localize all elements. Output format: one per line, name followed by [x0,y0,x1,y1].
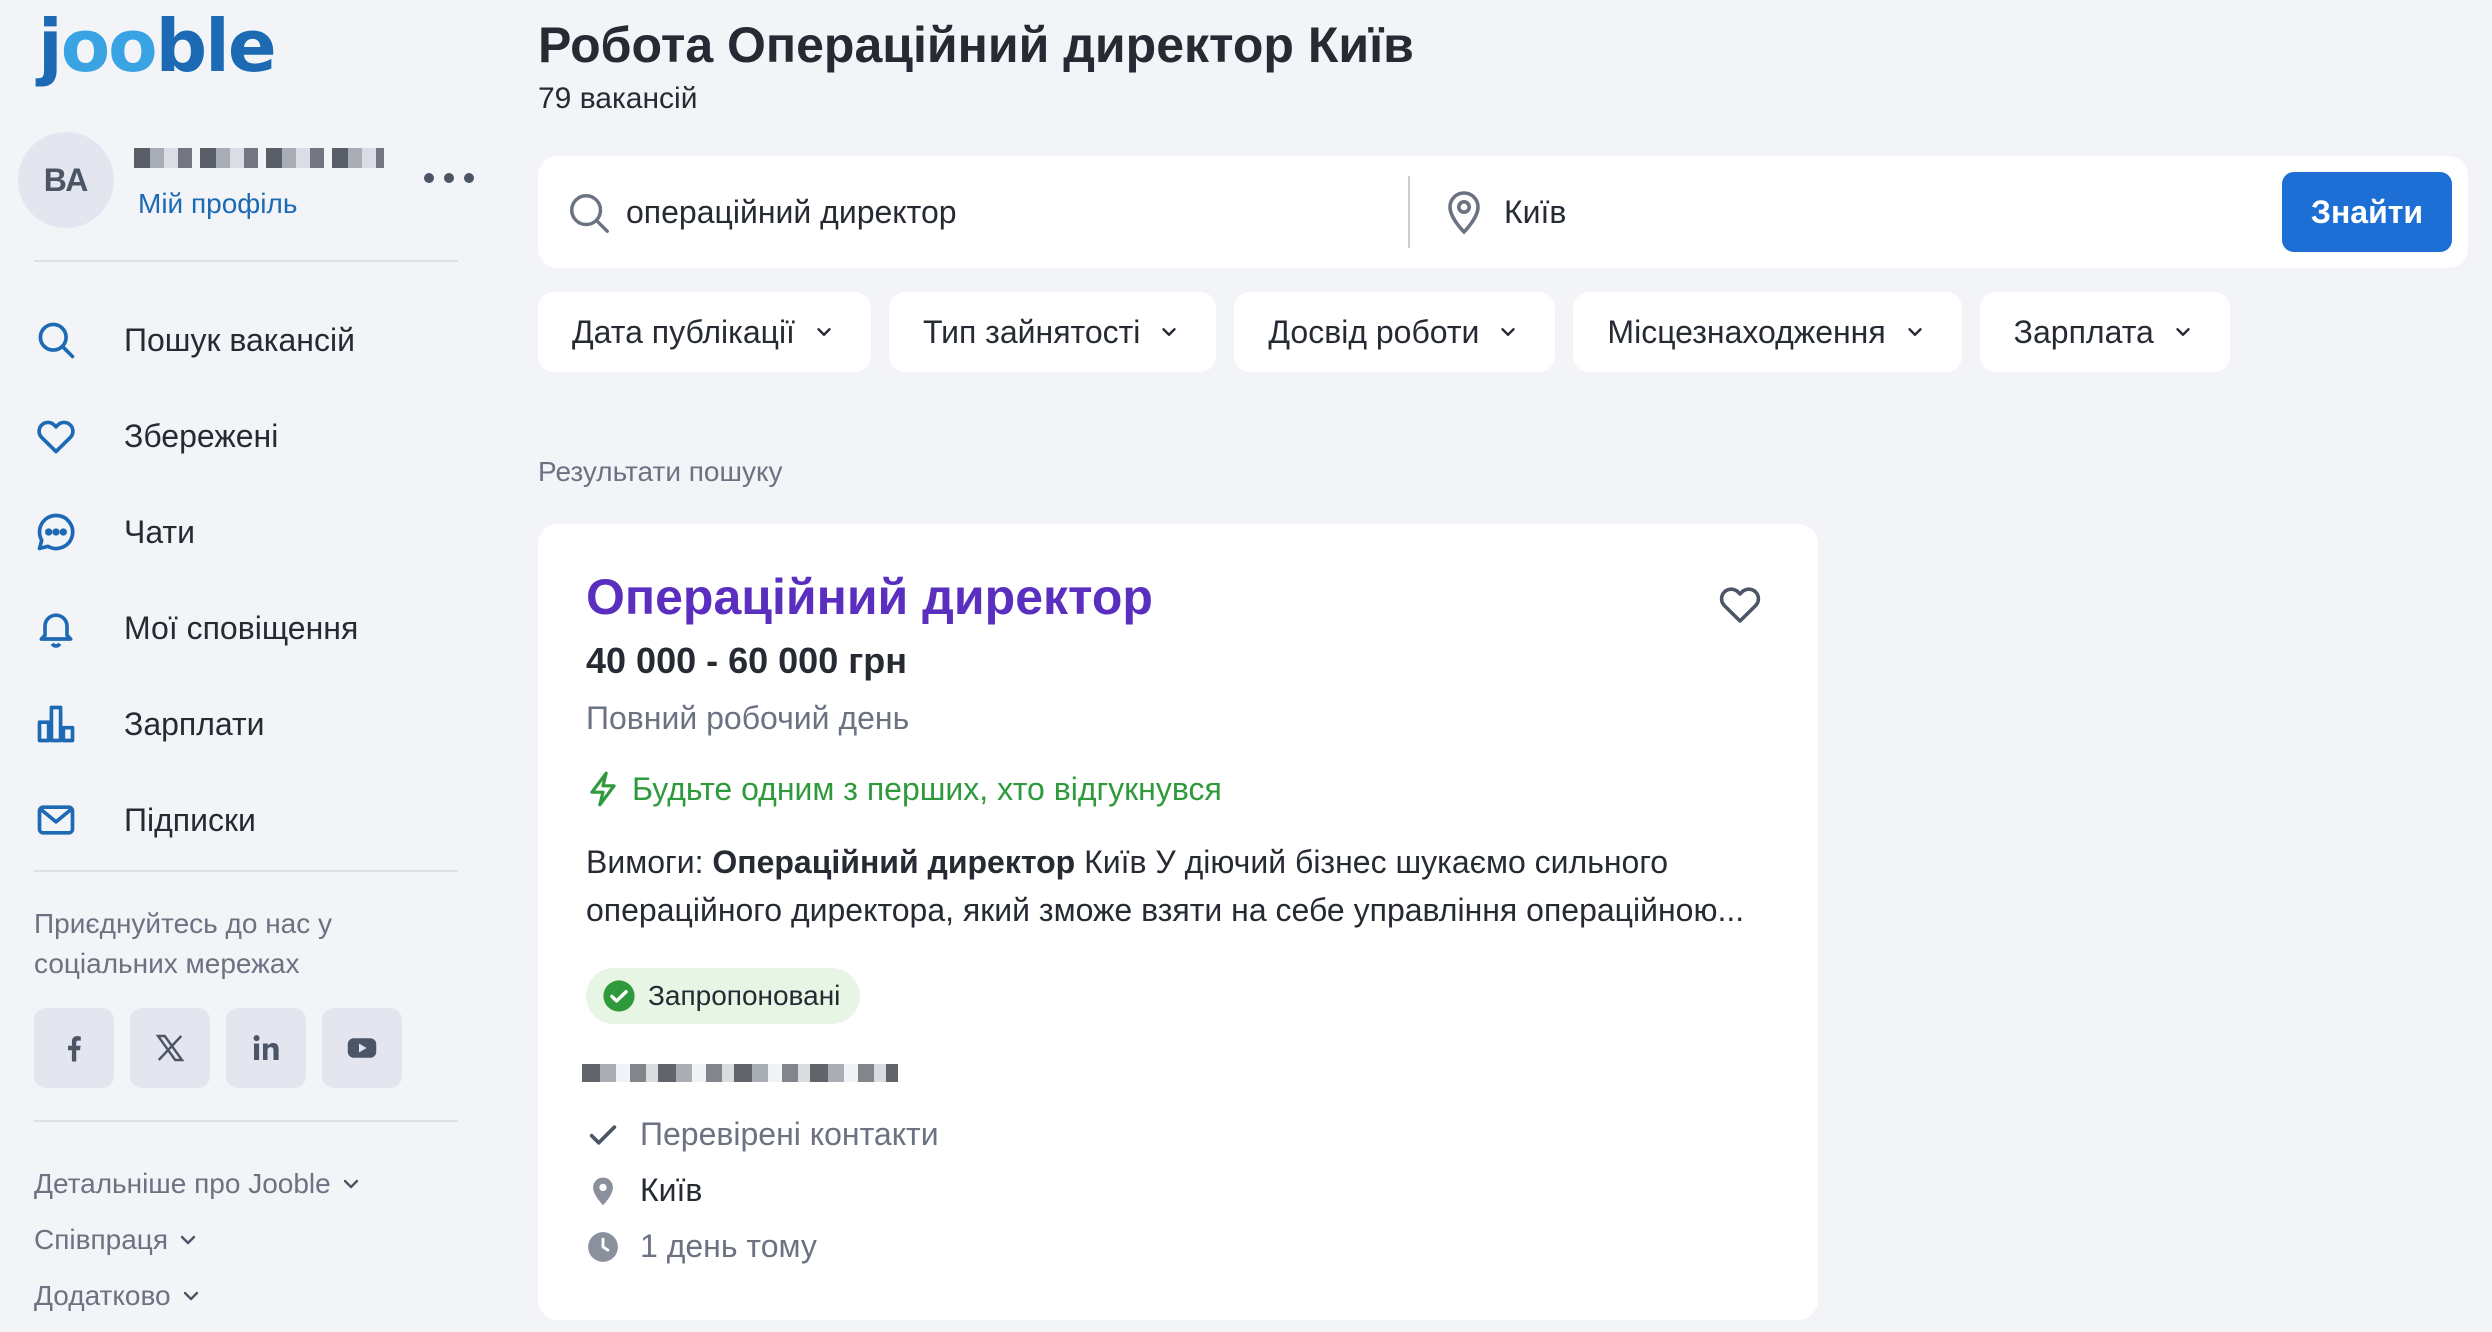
search-separator [1408,176,1410,248]
sidebar-item-label: Підписки [124,801,256,838]
more-options-icon[interactable] [424,158,474,198]
location-pin-icon [593,1177,613,1205]
job-location-label: Київ [640,1172,703,1208]
search-location-input[interactable] [1504,182,2304,242]
filter-salary[interactable]: Зарплата [1979,292,2230,372]
bar-chart-icon [37,705,75,743]
search-icon [570,194,609,233]
sidebar-item-saved[interactable]: Збережені [34,388,474,484]
sidebar-item-label: Пошук вакансій [124,321,355,358]
divider [34,1120,458,1122]
verified-contacts: Перевірені контакти [586,1116,939,1153]
avatar[interactable]: ВА [18,132,114,228]
sidebar-item-salaries[interactable]: Зарплати [34,676,474,772]
my-profile-link[interactable]: Мій профіль [138,188,297,220]
job-snippet: Вимоги: Операційний директор Київ У діюч… [586,838,1776,934]
chevron-down-icon [1162,328,1177,336]
early-applicant-note: Будьте одним з перших, хто відгукнувся [586,770,1222,808]
check-circle-icon [603,980,635,1012]
job-schedule: Повний робочий день [586,700,910,736]
chevron-down-icon [343,1179,358,1189]
footer-links: Детальніше про Jooble Співпраця Додатков… [34,1156,363,1324]
x-icon [155,1034,185,1062]
social-invite-text: Приєднуйтесь до нас у соціальних мережах [34,908,333,979]
early-applicant-text: Будьте одним з перших, хто відгукнувся [632,770,1222,807]
facebook-icon [68,1036,81,1062]
bell-icon [39,613,73,648]
sidebar-item-label: Мої сповіщення [124,609,359,646]
footer-link-about[interactable]: Детальніше про Jooble [34,1156,363,1212]
footer-link-label: Співпраця [34,1224,168,1255]
sidebar-item-chats[interactable]: Чати [34,484,474,580]
divider [34,260,458,262]
vacancy-count: 79 вакансій [538,82,698,115]
footer-link-additional[interactable]: Додатково [34,1268,363,1324]
verified-contacts-label: Перевірені контакти [640,1116,939,1152]
mail-icon [37,805,75,835]
filter-experience[interactable]: Досвід роботи [1234,292,1556,372]
chevron-down-icon [183,1291,198,1301]
job-posted: 1 день тому [586,1228,817,1265]
sidebar: jooble ВА Мій профіль Пошук вакансій Збе… [0,0,490,1332]
job-posted-label: 1 день тому [640,1228,817,1264]
job-card[interactable]: Операційний директор 40 000 - 60 000 грн… [538,524,1818,1320]
chat-icon [37,513,75,551]
youtube-icon [347,1038,377,1058]
chevron-down-icon [1501,328,1516,336]
footer-link-label: Детальніше про Jooble [34,1168,331,1199]
page-title: Робота Операційний директор Київ [538,17,1414,73]
snippet-highlight: Операційний директор [712,844,1076,880]
divider [34,870,458,872]
search-button[interactable]: Знайти [2282,172,2452,252]
filters-bar: Дата публікації Тип зайнятості Досвід ро… [538,292,2230,372]
jooble-logo[interactable]: jooble [38,10,277,82]
footer-link-label: Додатково [34,1280,171,1311]
facebook-button[interactable] [34,1008,114,1088]
sidebar-item-subscriptions[interactable]: Підписки [34,772,474,868]
chevron-down-icon [1907,328,1922,336]
profile-block[interactable]: ВА Мій профіль [18,132,474,228]
sidebar-item-label: Зарплати [124,705,265,742]
chevron-down-icon [2176,328,2190,336]
heart-icon [37,420,75,454]
search-query-input[interactable] [626,182,1386,242]
search-icon [38,322,75,359]
social-links [34,1008,402,1088]
filter-label: Зарплата [2013,313,2154,350]
sidebar-item-label: Чати [124,513,195,550]
sidebar-item-notifications[interactable]: Мої сповіщення [34,580,474,676]
linkedin-icon [253,1035,279,1060]
job-salary: 40 000 - 60 000 грн [586,640,907,681]
featured-badge-label: Запропоновані [648,980,841,1011]
results-label: Результати пошуку [538,456,783,487]
filter-label: Місцезнаходження [1607,313,1886,350]
search-bar: Знайти [538,156,2468,268]
sidebar-nav: Пошук вакансій Збережені Чати Мої сповіщ… [34,292,474,868]
footer-link-cooperation[interactable]: Співпраця [34,1212,363,1268]
company-name-redacted [582,1064,898,1082]
youtube-button[interactable] [322,1008,402,1088]
heart-icon[interactable] [1716,580,1764,628]
snippet-prefix: Вимоги: [586,844,713,880]
profile-name-redacted [134,148,384,168]
chevron-down-icon [817,328,831,336]
filter-label: Тип зайнятості [922,313,1141,350]
sidebar-item-job-search[interactable]: Пошук вакансій [34,292,474,388]
filter-date[interactable]: Дата публікації [538,292,871,372]
filter-label: Дата публікації [572,313,795,350]
clock-icon [588,1231,618,1262]
featured-badge: Запропоновані [586,968,861,1024]
job-title-link[interactable]: Операційний директор [586,568,1153,626]
sidebar-item-label: Збережені [124,417,279,454]
linkedin-button[interactable] [226,1008,306,1088]
filter-location[interactable]: Місцезнаходження [1573,292,1962,372]
chevron-down-icon [180,1235,196,1245]
filter-employment-type[interactable]: Тип зайнятості [888,292,1217,372]
location-pin-icon [1448,191,1480,235]
filter-label: Досвід роботи [1268,313,1480,350]
job-location: Київ [586,1172,702,1209]
lightning-icon [590,771,616,807]
checkmark-icon [589,1124,617,1145]
x-button[interactable] [130,1008,210,1088]
